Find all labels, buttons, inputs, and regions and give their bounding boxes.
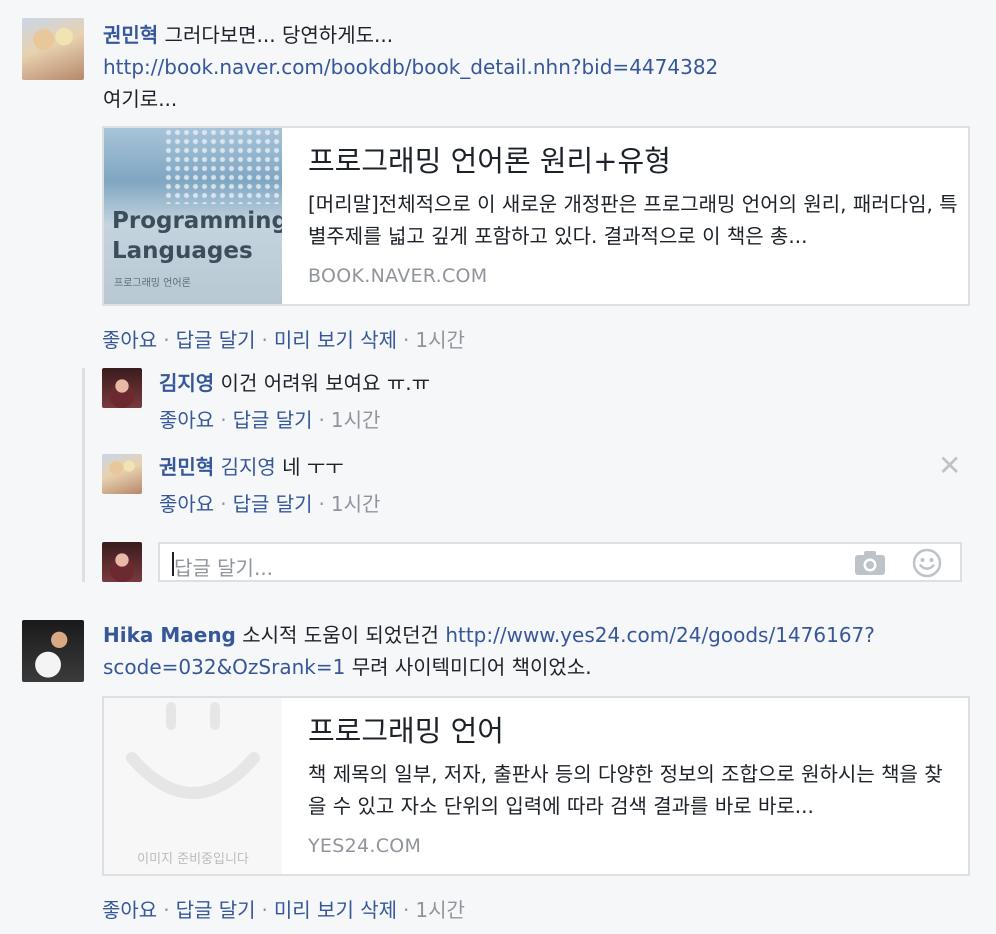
mention-link[interactable]: 김지영	[221, 455, 276, 479]
comment-feed: 권민혁 그러다보면... 당연하게도... http://book.naver.…	[0, 0, 996, 934]
comment-text: 소시적 도움이 되었던건	[235, 623, 446, 647]
reply-link[interactable]: 답글 달기	[176, 898, 256, 922]
reply-link[interactable]: 답글 달기	[176, 328, 256, 352]
separator: ·	[261, 328, 268, 352]
cover-title-line: Languages	[112, 238, 253, 264]
timestamp[interactable]: 1시간	[415, 898, 465, 922]
reply-actions: 좋아요 · 답글 달기 · 1시간	[159, 488, 380, 517]
comment-text: 무려 사이텍미디어 책이었소.	[345, 655, 592, 679]
reply-input-placeholder: 답글 달기...	[174, 556, 274, 580]
author-name[interactable]: 권민혁	[159, 455, 214, 479]
avatar[interactable]	[102, 368, 142, 408]
card-description: 책 제목의 일부, 저자, 출판사 등의 다양한 정보의 조합으로 원하시는 책…	[308, 762, 943, 818]
link-preview-card[interactable]: Programming Languages 프로그래밍 언어론 프로그래밍 언어…	[102, 126, 970, 306]
cover-pattern	[164, 128, 282, 204]
comment-link-continued[interactable]: scode=032&OzSrank=1	[103, 655, 345, 679]
smiley-icon[interactable]	[912, 548, 942, 578]
comment-link[interactable]: http://book.naver.com/bookdb/book_detail…	[103, 55, 718, 79]
card-description: [머리말]전체적으로 이 새로운 개정판은 프로그래밍 언어의 원리, 패러다임…	[308, 192, 958, 248]
remove-preview-link[interactable]: 미리 보기 삭제	[274, 898, 397, 922]
link-preview-card[interactable]: 이미지 준비중입니다 프로그래밍 언어 책 제목의 일부, 저자, 출판사 등의…	[102, 696, 970, 876]
close-icon[interactable]: ✕	[938, 452, 961, 480]
reply-actions: 좋아요 · 답글 달기 · 1시간	[159, 404, 380, 433]
book-cover-thumbnail: Programming Languages 프로그래밍 언어론	[104, 128, 282, 304]
timestamp[interactable]: 1시간	[331, 492, 381, 516]
timestamp[interactable]: 1시간	[331, 408, 381, 432]
reply-line: 김지영 이건 어려워 보여요 ㅠ.ㅠ	[159, 368, 430, 398]
placeholder-thumbnail: 이미지 준비중입니다	[104, 698, 282, 874]
comment-link[interactable]: http://www.yes24.com/24/goods/1476167?	[445, 623, 875, 647]
separator: ·	[220, 492, 227, 516]
avatar[interactable]	[22, 18, 84, 80]
comment-actions: 좋아요 · 답글 달기 · 미리 보기 삭제 · 1시간	[102, 894, 465, 923]
card-domain: YES24.COM	[308, 835, 422, 857]
cover-title-line: Programming	[112, 208, 282, 234]
separator: ·	[163, 898, 170, 922]
reply-input[interactable]: 답글 달기...	[158, 542, 962, 582]
card-title[interactable]: 프로그래밍 언어	[308, 708, 504, 750]
author-name[interactable]: Hika Maeng	[103, 623, 236, 647]
separator: ·	[403, 898, 410, 922]
reply-text: 이건 어려워 보여요 ㅠ.ㅠ	[214, 371, 430, 395]
card-domain: BOOK.NAVER.COM	[308, 265, 488, 287]
reply-link[interactable]: 답글 달기	[233, 408, 313, 432]
comment-line-2: scode=032&OzSrank=1 무려 사이텍미디어 책이었소.	[103, 652, 592, 682]
like-link[interactable]: 좋아요	[159, 408, 214, 432]
reply-text: 네 ㅜㅜ	[275, 455, 344, 479]
comment-line-2: http://book.naver.com/bookdb/book_detail…	[103, 52, 718, 82]
card-title[interactable]: 프로그래밍 언어론 원리+유형	[308, 138, 671, 180]
avatar[interactable]	[22, 620, 84, 682]
author-name[interactable]: 김지영	[159, 371, 214, 395]
camera-icon[interactable]	[854, 550, 886, 576]
separator: ·	[220, 408, 227, 432]
comment-line-1: 권민혁 그러다보면... 당연하게도...	[103, 20, 393, 50]
smiley-placeholder-icon	[126, 702, 260, 799]
comment-line-3: 여기로...	[103, 87, 178, 111]
comment-text: 그러다보면... 당연하게도...	[158, 23, 394, 47]
separator: ·	[163, 328, 170, 352]
reply-link[interactable]: 답글 달기	[233, 492, 313, 516]
reply-line: 권민혁 김지영 네 ㅜㅜ	[159, 452, 344, 482]
avatar[interactable]	[102, 454, 142, 494]
timestamp[interactable]: 1시간	[415, 328, 465, 352]
like-link[interactable]: 좋아요	[102, 328, 157, 352]
separator: ·	[403, 328, 410, 352]
comment-actions: 좋아요 · 답글 달기 · 미리 보기 삭제 · 1시간	[102, 324, 465, 353]
author-name[interactable]: 권민혁	[103, 23, 158, 47]
separator: ·	[261, 898, 268, 922]
like-link[interactable]: 좋아요	[102, 898, 157, 922]
separator: ·	[318, 408, 325, 432]
reply-thread-line	[82, 368, 85, 582]
separator: ·	[318, 492, 325, 516]
like-link[interactable]: 좋아요	[159, 492, 214, 516]
thumbnail-caption: 이미지 준비중입니다	[137, 852, 249, 867]
avatar	[102, 542, 142, 582]
remove-preview-link[interactable]: 미리 보기 삭제	[274, 328, 397, 352]
cover-subtitle: 프로그래밍 언어론	[114, 278, 191, 289]
comment-line-1: Hika Maeng 소시적 도움이 되었던건 http://www.yes24…	[103, 620, 875, 650]
